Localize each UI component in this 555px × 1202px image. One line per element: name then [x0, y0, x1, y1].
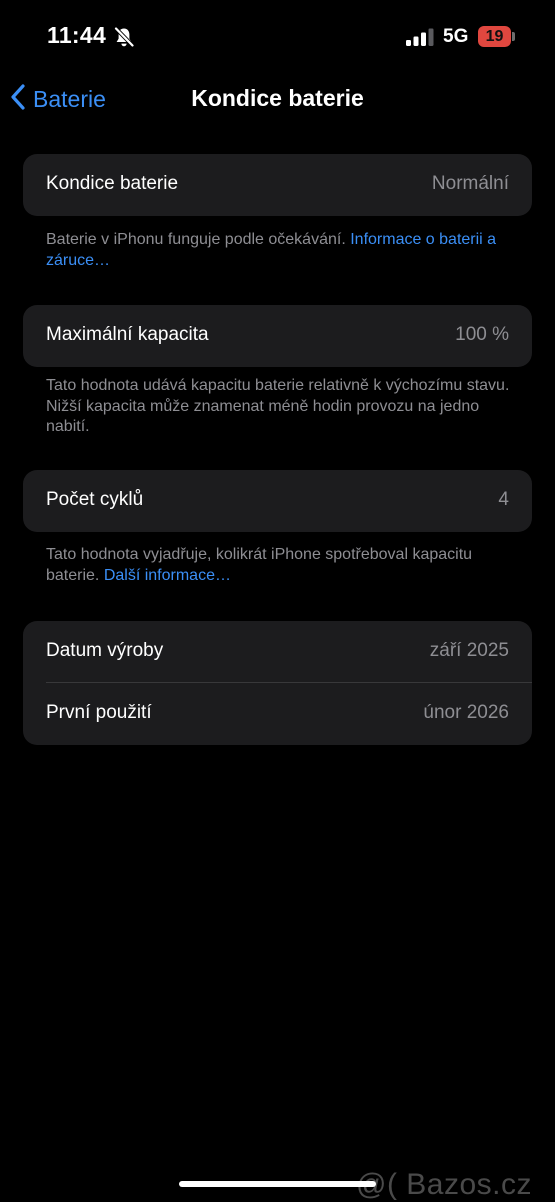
battery-health-row: Kondice baterie Normální — [23, 154, 532, 216]
battery-tip — [512, 32, 515, 41]
page-title: Kondice baterie — [191, 85, 364, 111]
cycle-count-value: 4 — [498, 489, 509, 510]
cycle-count-row: Počet cyklů 4 — [23, 470, 532, 532]
max-capacity-label: Maximální kapacita — [46, 324, 209, 345]
max-capacity-note: Tato hodnota udává kapacitu baterie rela… — [46, 377, 510, 435]
network-type: 5G — [443, 26, 469, 47]
first-use-label: První použití — [46, 702, 152, 723]
cycle-count-note: Tato hodnota vyjadřuje, kolikrát iPhone … — [46, 545, 516, 586]
manufacture-date-row: Datum výroby září 2025 — [23, 621, 532, 683]
max-capacity-card: Maximální kapacita 100 % — [23, 305, 532, 367]
battery-health-card: Kondice baterie Normální — [23, 154, 532, 216]
first-use-value: únor 2026 — [423, 702, 509, 723]
status-bar: 11:44 5G 19 — [0, 0, 555, 72]
battery-level: 19 — [485, 28, 504, 45]
first-use-row: První použití únor 2026 — [23, 683, 532, 745]
dates-card: Datum výroby září 2025 První použití úno… — [23, 621, 532, 745]
battery-health-value: Normální — [431, 173, 509, 194]
home-indicator[interactable] — [179, 1181, 376, 1187]
cellular-signal-icon — [405, 28, 435, 51]
status-time: 11:44 — [47, 22, 107, 48]
battery-health-label: Kondice baterie — [46, 173, 179, 194]
cycle-count-label: Počet cyklů — [46, 489, 144, 510]
watermark: @( Bazos.cz — [356, 1168, 532, 1201]
manufacture-date-value: září 2025 — [429, 640, 509, 661]
battery-health-note: Baterie v iPhonu funguje podle očekávání… — [46, 230, 516, 271]
bell-slash-icon — [113, 26, 135, 53]
battery-health-note-text: Baterie v iPhonu funguje podle očekávání… — [46, 231, 351, 248]
manufacture-date-label: Datum výroby — [46, 640, 164, 661]
cycle-count-card: Počet cyklů 4 — [23, 470, 532, 532]
max-capacity-value: 100 % — [455, 324, 509, 345]
more-info-link[interactable]: Další informace… — [104, 567, 231, 584]
battery-icon: 19 — [478, 26, 511, 47]
max-capacity-row: Maximální kapacita 100 % — [23, 305, 532, 367]
navigation-bar: Baterie Kondice baterie — [0, 74, 555, 124]
